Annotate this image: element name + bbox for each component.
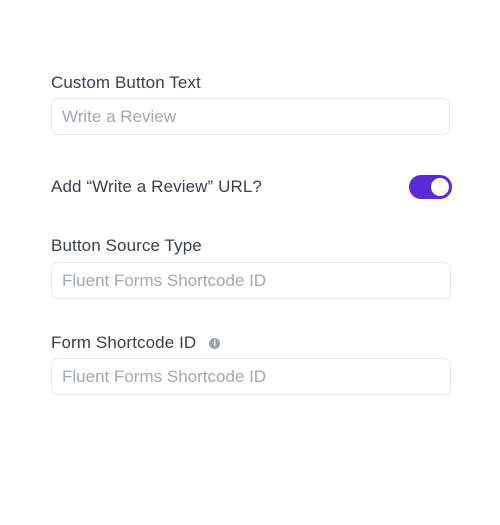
add-review-url-row: Add “Write a Review” URL? bbox=[51, 175, 452, 199]
toggle-knob bbox=[431, 178, 449, 196]
button-source-type-placeholder: Fluent Forms Shortcode ID bbox=[62, 270, 267, 290]
form-shortcode-id-label-row: Form Shortcode ID i bbox=[51, 332, 451, 354]
custom-button-text-group: Custom Button Text Write a Review bbox=[51, 72, 451, 135]
info-icon[interactable]: i bbox=[209, 337, 221, 349]
settings-panel: Custom Button Text Write a Review Add “W… bbox=[51, 72, 452, 395]
add-review-url-label: Add “Write a Review” URL? bbox=[51, 177, 262, 196]
form-shortcode-id-label: Form Shortcode ID bbox=[51, 333, 197, 352]
button-source-type-input[interactable]: Fluent Forms Shortcode ID bbox=[51, 262, 451, 299]
add-review-url-toggle[interactable] bbox=[409, 175, 452, 199]
button-source-type-group: Button Source Type Fluent Forms Shortcod… bbox=[51, 235, 451, 299]
form-shortcode-id-group: Form Shortcode ID i Fluent Forms Shortco… bbox=[51, 332, 451, 395]
button-source-type-label: Button Source Type bbox=[51, 236, 202, 255]
custom-button-text-label: Custom Button Text bbox=[51, 73, 201, 92]
custom-button-text-placeholder: Write a Review bbox=[62, 106, 176, 126]
form-shortcode-id-placeholder: Fluent Forms Shortcode ID bbox=[62, 366, 267, 386]
custom-button-text-input[interactable]: Write a Review bbox=[51, 98, 450, 135]
form-shortcode-id-input[interactable]: Fluent Forms Shortcode ID bbox=[51, 358, 451, 395]
